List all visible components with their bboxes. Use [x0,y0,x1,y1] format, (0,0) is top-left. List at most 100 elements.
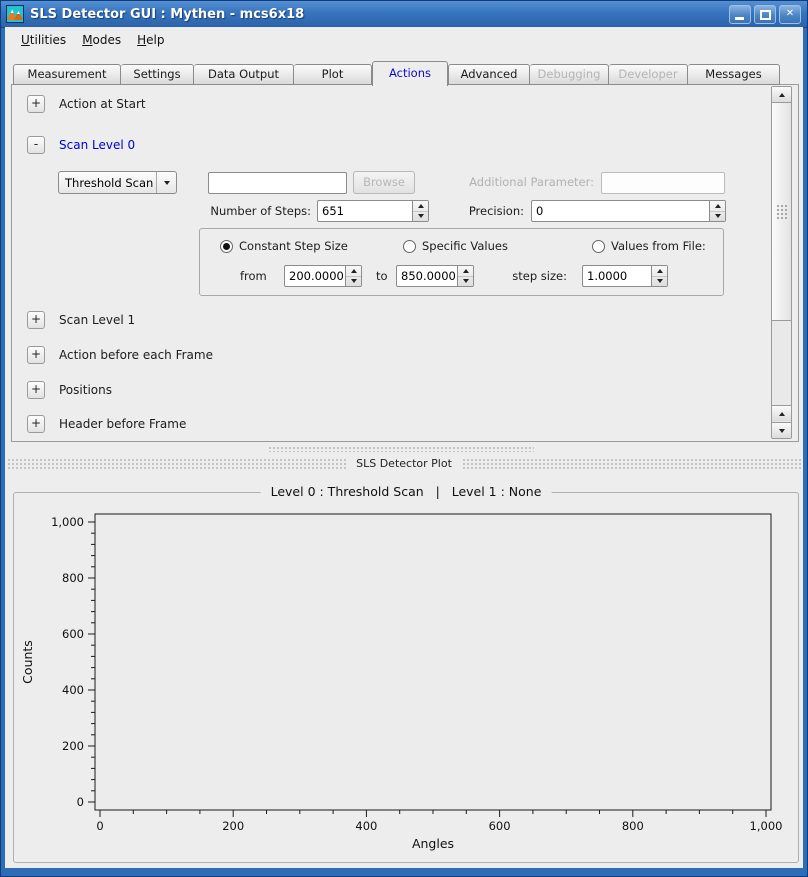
scrollbar-thumb[interactable] [772,102,791,321]
spin-up-icon[interactable] [346,266,361,276]
actions-panel: + Action at Start - Scan Level 0 Thresho… [11,84,799,442]
title-bar[interactable]: SLS Detector GUI : Mythen - mcs6x18 ✕ [1,1,807,28]
plot-groupbox: Level 0 : Threshold Scan | Level 1 : Non… [13,492,799,863]
precision-spinbox[interactable]: 0 [531,200,726,222]
close-button[interactable]: ✕ [779,5,801,24]
collapse-scan-level-0-button[interactable]: - [27,136,45,154]
constant-step-size-radio[interactable] [220,240,233,253]
spin-down-icon[interactable] [458,276,473,287]
app-icon [6,5,24,23]
from-spinbox[interactable]: 200.0000 [284,265,362,287]
section-positions-label: Positions [59,381,112,399]
svg-text:1,000: 1,000 [51,515,84,529]
scroll-down-button[interactable] [772,422,791,438]
svg-text:400: 400 [62,683,84,697]
spin-down-icon[interactable] [413,211,428,222]
scroll-up-button-2[interactable] [772,405,791,421]
to-label: to [376,265,388,287]
menu-modes[interactable]: Modes [74,29,129,51]
step-size-spinbox[interactable]: 1.0000 [582,265,668,287]
from-label: from [240,265,267,287]
expand-header-before-frame-button[interactable]: + [27,415,45,433]
precision-label: Precision: [452,200,524,222]
window-content: Utilities Modes Help Measurement Setting… [5,27,803,868]
values-from-file-radio[interactable] [592,240,605,253]
svg-text:0: 0 [96,819,103,833]
svg-text:0: 0 [77,795,84,809]
dock-texture-left [7,458,346,469]
scan-mode-select[interactable]: Threshold Scan [58,171,177,194]
scroll-up-icon [779,412,785,416]
plot-dock-title: SLS Detector Plot [346,457,462,470]
to-spinbox[interactable]: 850.0000 [396,265,474,287]
menu-bar: Utilities Modes Help [5,27,803,53]
number-of-steps-spinbox[interactable]: 651 [317,200,429,222]
splitter-handle[interactable] [268,446,534,452]
number-of-steps-label: Number of Steps: [206,200,311,222]
expand-positions-button[interactable]: + [27,381,45,399]
number-of-steps-value: 651 [318,201,412,221]
tab-debugging: Debugging [530,64,609,85]
values-from-file-label[interactable]: Values from File: [611,239,706,254]
to-value: 850.0000 [397,266,457,286]
tab-advanced[interactable]: Advanced [448,64,530,85]
svg-text:200: 200 [222,819,244,833]
section-action-at-start-label: Action at Start [59,95,146,113]
spin-up-icon[interactable] [652,266,667,276]
close-icon: ✕ [786,8,794,19]
from-value: 200.0000 [285,266,345,286]
additional-parameter-label: Additional Parameter: [462,171,594,193]
scroll-up-button[interactable] [772,87,791,103]
spin-down-icon[interactable] [346,276,361,287]
dock-texture-right [462,458,801,469]
expand-action-at-start-button[interactable]: + [27,95,45,113]
scroll-up-icon [779,93,785,97]
scroll-down-icon [779,429,785,433]
scan-script-input[interactable] [208,172,347,194]
spin-up-icon[interactable] [413,201,428,211]
svg-text:Angles: Angles [412,836,454,851]
section-header-before-frame-label: Header before Frame [59,415,186,433]
menu-utilities[interactable]: Utilities [13,29,74,51]
section-scan-level-0-label: Scan Level 0 [59,136,135,154]
minimize-icon [735,17,744,20]
window-controls: ✕ [729,5,801,24]
tab-actions[interactable]: Actions [372,61,448,86]
application-window: SLS Detector GUI : Mythen - mcs6x18 ✕ Ut… [0,0,808,877]
spin-down-icon[interactable] [652,276,667,287]
svg-text:Counts: Counts [20,640,35,684]
tab-messages[interactable]: Messages [688,64,780,85]
svg-text:800: 800 [62,571,84,585]
plot-dock-header[interactable]: SLS Detector Plot [7,456,801,471]
svg-text:200: 200 [62,739,84,753]
constant-step-size-label[interactable]: Constant Step Size [239,239,348,254]
specific-values-radio[interactable] [403,240,416,253]
svg-text:400: 400 [355,819,377,833]
maximize-button[interactable] [754,5,776,24]
step-size-label: step size: [505,265,567,287]
menu-help[interactable]: Help [129,29,172,51]
combo-arrow-icon [156,172,176,193]
maximize-icon [760,10,771,20]
spin-up-icon[interactable] [458,266,473,276]
tab-data-output[interactable]: Data Output [194,64,294,85]
tab-measurement[interactable]: Measurement [13,64,121,85]
spin-up-icon[interactable] [710,201,725,211]
tab-bar: Measurement Settings Data Output Plot Ac… [13,61,780,85]
additional-parameter-input [601,172,725,194]
tab-settings[interactable]: Settings [121,64,194,85]
tab-plot[interactable]: Plot [294,64,372,85]
plot-canvas[interactable]: 02004006008001,00002004006008001,000Angl… [14,493,798,862]
step-size-value: 1.0000 [583,266,651,286]
expand-action-before-each-frame-button[interactable]: + [27,346,45,364]
window-title: SLS Detector GUI : Mythen - mcs6x18 [30,7,304,22]
browse-button: Browse [353,171,415,194]
section-scan-level-1-label: Scan Level 1 [59,311,135,329]
vertical-scrollbar[interactable] [771,86,792,439]
minimize-button[interactable] [729,5,751,24]
expand-scan-level-1-button[interactable]: + [27,311,45,329]
svg-text:600: 600 [62,627,84,641]
spin-down-icon[interactable] [710,211,725,222]
specific-values-label[interactable]: Specific Values [422,239,508,254]
precision-value: 0 [532,201,709,221]
